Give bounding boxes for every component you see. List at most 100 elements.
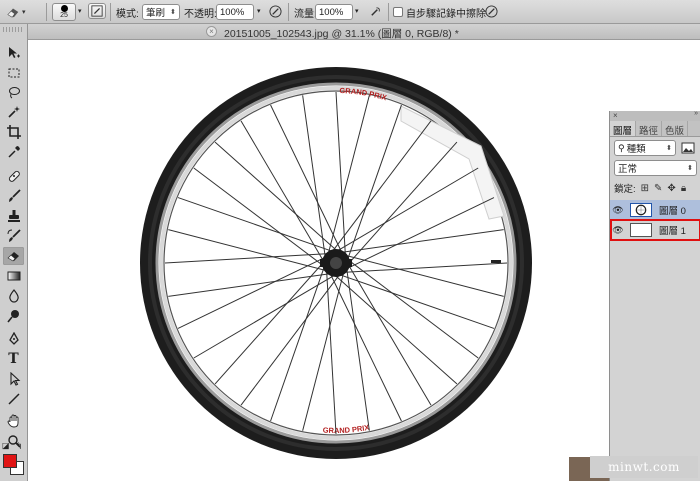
layer-highlight-box	[610, 219, 700, 241]
marquee-tool[interactable]	[3, 64, 24, 82]
hand-icon	[7, 414, 18, 428]
tab-layers[interactable]: 圖層	[610, 121, 637, 137]
mode-label: 模式:	[116, 8, 139, 20]
magic-wand-tool[interactable]	[3, 103, 24, 121]
chevron-down-icon: ▾	[22, 9, 26, 16]
history-brush-icon	[7, 229, 21, 242]
swap-colors-icon[interactable]: ↰	[15, 441, 23, 452]
brush-panel-icon	[91, 5, 103, 17]
layer-filter-select[interactable]: ⚲ 種類 ⬍	[614, 140, 676, 156]
layer-name: 圖層 0	[659, 206, 686, 217]
blur-tool[interactable]	[3, 287, 24, 305]
select-arrows-icon: ⬍	[170, 9, 176, 16]
magic-wand-icon	[7, 106, 20, 118]
lock-label: 鎖定:	[614, 184, 636, 195]
brush-size-value: 25	[60, 12, 68, 19]
eraser-icon	[7, 252, 19, 262]
visibility-eye-icon[interactable]: 👁︎	[610, 205, 626, 216]
erase-history-option[interactable]: 自步驟記錄中擦除	[393, 3, 486, 21]
chevron-down-icon[interactable]: ▾	[257, 7, 261, 15]
document-canvas[interactable]: GRAND PRIX GRAND PRIX	[29, 41, 609, 481]
watermark: minwt.com	[590, 456, 698, 478]
clone-stamp-tool[interactable]	[3, 207, 24, 225]
drop-icon	[8, 289, 19, 303]
pen-icon	[8, 332, 19, 345]
crop-tool[interactable]	[3, 123, 24, 141]
divider	[288, 3, 289, 21]
valve-stem	[491, 260, 501, 263]
pressure-size-button[interactable]	[482, 3, 500, 19]
lock-row: 鎖定: ⊞ ✎ ✥ 🔒︎	[614, 181, 686, 196]
healing-brush-tool[interactable]	[3, 167, 24, 185]
path-selection-tool[interactable]	[3, 370, 24, 388]
mode-select[interactable]: 筆刷 ⬍	[142, 4, 180, 20]
default-colors-icon[interactable]: ◪	[2, 441, 10, 450]
lock-position-icon[interactable]: ✥	[667, 183, 675, 194]
history-brush-tool[interactable]	[3, 227, 24, 245]
eraser-tool[interactable]	[3, 247, 24, 265]
airbrush-button[interactable]	[366, 3, 384, 19]
gradient-tool[interactable]	[3, 267, 24, 285]
divider	[110, 3, 111, 21]
layers-panel: × » 圖層 路徑 色版 ⚲ 種類 ⬍ 正常 ⬍ 鎖定: ⊞ ✎ ✥ 🔒︎ 👁︎…	[609, 110, 700, 481]
close-panel-icon[interactable]: ×	[613, 111, 618, 120]
hand-tool[interactable]	[3, 412, 24, 430]
move-tool[interactable]	[3, 44, 24, 62]
image-filter-icon[interactable]	[681, 141, 695, 155]
opacity-label: 不透明:	[184, 8, 217, 20]
flow-field[interactable]: 100%	[315, 4, 353, 20]
tab-channels[interactable]: 色版	[662, 121, 689, 137]
layer-filter-value: 種類	[626, 144, 646, 155]
pressure-opacity-button[interactable]	[266, 3, 284, 19]
type-icon: T	[8, 351, 19, 367]
brush-dot-icon	[60, 5, 68, 12]
layer-thumbnail	[630, 203, 652, 217]
lock-pixels-icon[interactable]: ✎	[654, 183, 662, 194]
path-select-icon	[9, 372, 20, 386]
select-arrows-icon: ⬍	[666, 145, 672, 152]
document-tab-bar: × 20151005_102543.jpg @ 31.1% (圖層 0, RGB…	[28, 24, 700, 40]
pressure-size-icon	[484, 4, 498, 18]
blend-mode-select[interactable]: 正常 ⬍	[614, 160, 697, 176]
move-icon	[8, 47, 20, 58]
eraser-icon	[4, 4, 22, 20]
brush-icon	[8, 189, 21, 202]
opacity-field[interactable]: 100%	[216, 4, 254, 20]
blend-mode-value: 正常	[618, 164, 638, 175]
panel-grip[interactable]	[3, 27, 23, 32]
hub-nut-left	[320, 259, 326, 267]
eyedropper-tool[interactable]	[3, 143, 24, 161]
layer-row[interactable]: 👁︎ 圖層 0	[610, 200, 700, 220]
line-tool[interactable]	[3, 390, 24, 408]
dodge-tool[interactable]	[3, 307, 24, 325]
lasso-icon	[8, 87, 20, 99]
lock-transparency-icon[interactable]: ⊞	[641, 183, 649, 194]
pen-tool[interactable]	[3, 330, 24, 348]
brush-panel-toggle[interactable]	[88, 3, 106, 19]
hub-axle	[330, 257, 342, 269]
airbrush-icon	[370, 6, 380, 16]
lasso-tool[interactable]	[3, 83, 24, 101]
lock-all-icon[interactable]: 🔒︎	[681, 183, 686, 194]
chevron-down-icon[interactable]: ▾	[355, 7, 359, 15]
close-tab-icon[interactable]: ×	[206, 26, 217, 37]
brush-size-picker[interactable]: 25	[52, 3, 76, 21]
erase-history-label: 自步驟記錄中擦除	[406, 8, 486, 20]
panel-title-bar[interactable]: × »	[610, 110, 700, 121]
marquee-icon	[8, 68, 19, 78]
flow-value: 100%	[319, 6, 344, 18]
erase-history-checkbox[interactable]	[393, 7, 403, 17]
document-title[interactable]: 20151005_102543.jpg @ 31.1% (圖層 0, RGB/8…	[224, 26, 459, 41]
foreground-color-swatch-front[interactable]	[3, 454, 17, 468]
mode-value: 筆刷	[146, 8, 166, 19]
brush-tool[interactable]	[3, 187, 24, 205]
dodge-icon	[6, 310, 19, 323]
tab-paths[interactable]: 路徑	[636, 121, 663, 137]
options-bar: ▾ 25 ▾ 模式: 筆刷 ⬍ 不透明: 100% ▾ 流量: 100% ▾ 自…	[0, 0, 700, 24]
chevron-down-icon[interactable]: ▾	[78, 7, 82, 15]
divider	[388, 3, 389, 21]
panel-collapse-icon[interactable]: »	[694, 110, 698, 117]
eyedropper-icon	[7, 146, 20, 158]
type-tool[interactable]: T	[3, 350, 24, 368]
tool-preset-picker[interactable]: ▾	[4, 3, 26, 21]
